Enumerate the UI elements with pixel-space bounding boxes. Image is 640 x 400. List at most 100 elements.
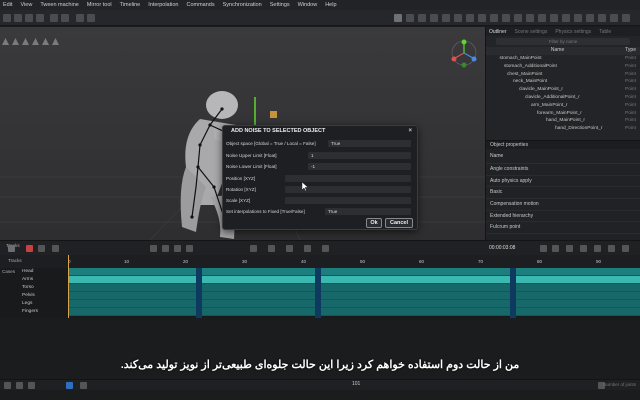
scale-field[interactable] <box>285 197 411 204</box>
paste-key-icon[interactable] <box>304 245 311 252</box>
key-range-band[interactable] <box>315 268 321 318</box>
outliner-row[interactable]: hand_MainPoint_r Point <box>486 117 640 125</box>
joint-tool-icon[interactable] <box>22 38 29 45</box>
lane-pelvis[interactable] <box>68 292 640 300</box>
position-field[interactable] <box>285 175 411 182</box>
copy-key-icon[interactable] <box>286 245 293 252</box>
interpolation-field[interactable]: True <box>325 208 411 215</box>
outliner-row[interactable]: clavicle_AdditionalPoint_r Point <box>486 94 640 102</box>
sound-icon[interactable] <box>622 245 629 252</box>
track-fingers[interactable]: Fingers <box>0 308 68 316</box>
settings-gear-icon[interactable] <box>622 14 630 22</box>
path-icon[interactable] <box>586 14 594 22</box>
redo-icon[interactable] <box>538 14 546 22</box>
menu-timeline[interactable]: Timeline <box>120 2 141 8</box>
track-torso[interactable]: Torso <box>0 284 68 292</box>
view-tool-icon[interactable] <box>2 38 9 45</box>
layout-icon[interactable] <box>550 14 558 22</box>
ok-button[interactable]: Ok <box>366 218 382 228</box>
close-icon[interactable]: × <box>408 126 412 137</box>
noise-lower-field[interactable]: -1 <box>308 163 411 170</box>
chain-icon[interactable] <box>574 14 582 22</box>
outliner-row[interactable]: hand_DirectionPoint_r Point <box>486 125 640 133</box>
export-icon[interactable] <box>610 14 618 22</box>
lane-head[interactable] <box>68 268 640 276</box>
wireframe-icon[interactable] <box>442 14 450 22</box>
reset-tool-icon[interactable] <box>52 38 59 45</box>
target-icon[interactable] <box>598 14 606 22</box>
prev-key-icon[interactable] <box>552 245 559 252</box>
physics-icon[interactable] <box>466 14 474 22</box>
menu-interpolation[interactable]: Interpolation <box>148 2 178 8</box>
pose-tool-icon[interactable] <box>12 38 19 45</box>
next-key-icon[interactable] <box>580 245 587 252</box>
select-tool-icon[interactable] <box>3 14 11 22</box>
record-icon[interactable] <box>26 245 33 252</box>
interp-step-icon[interactable] <box>150 245 157 252</box>
outliner-row[interactable]: neck_MainPoint Point <box>486 78 640 86</box>
tab-scene-settings[interactable]: Scene settings <box>515 29 548 35</box>
collision-icon[interactable] <box>478 14 486 22</box>
shading-icon[interactable] <box>430 14 438 22</box>
interp-bezier-icon[interactable] <box>174 245 181 252</box>
go-start-icon[interactable] <box>540 245 547 252</box>
render-icon[interactable] <box>418 14 426 22</box>
fk-key-icon[interactable] <box>250 245 257 252</box>
column-name[interactable]: Name <box>490 47 625 55</box>
ik-key-icon[interactable] <box>268 245 275 252</box>
outliner-row[interactable]: forearm_MainPoint_r Point <box>486 110 640 118</box>
lock-tool-icon[interactable] <box>42 38 49 45</box>
lane-legs[interactable] <box>68 300 640 308</box>
tab-table[interactable]: Table <box>599 29 611 35</box>
outliner-row[interactable]: stomach_AdditionalPoint Point <box>486 63 640 71</box>
rotate-tool-icon[interactable] <box>25 14 33 22</box>
menu-settings[interactable]: Settings <box>270 2 290 8</box>
lane-arms[interactable] <box>68 276 640 284</box>
outliner-row[interactable]: clavicle_MainPoint_r Point <box>486 86 640 94</box>
hand-icon[interactable] <box>562 14 570 22</box>
key-range-band[interactable] <box>510 268 516 318</box>
grid-toggle-icon[interactable] <box>454 14 462 22</box>
column-type[interactable]: Type <box>625 47 636 55</box>
lane-fingers[interactable] <box>68 308 640 316</box>
lock-icon[interactable] <box>28 382 35 389</box>
menu-tween-machine[interactable]: Tween machine <box>40 2 79 8</box>
outliner-row[interactable]: stomach_MainPoint Point <box>486 55 640 63</box>
pin-tool-icon[interactable] <box>76 14 84 22</box>
outliner-row[interactable]: arm_MainPoint_r Point <box>486 102 640 110</box>
autokey-icon[interactable] <box>38 245 45 252</box>
camera-icon[interactable] <box>394 14 402 22</box>
fk-tool-icon[interactable] <box>61 14 69 22</box>
scale-tool-icon[interactable] <box>36 14 44 22</box>
menu-window[interactable]: Window <box>298 2 318 8</box>
eye-icon[interactable] <box>16 382 23 389</box>
track-pelvis[interactable]: Pelvis <box>0 292 68 300</box>
track-arms[interactable]: Arms <box>0 276 68 284</box>
outliner-search-input[interactable]: Filter by name <box>496 38 630 45</box>
layers-icon[interactable] <box>4 382 11 389</box>
menu-commands[interactable]: Commands <box>186 2 214 8</box>
property-fulcrum-point[interactable]: Fulcrum point <box>486 222 640 235</box>
property-angle-constraints[interactable]: Angle constraints <box>486 164 640 176</box>
bones-icon[interactable] <box>502 14 510 22</box>
delete-key-icon[interactable] <box>322 245 329 252</box>
magnet-tool-icon[interactable] <box>87 14 95 22</box>
noise-upper-field[interactable]: 1 <box>308 152 411 159</box>
object-space-field[interactable]: True <box>328 140 411 147</box>
move-tool-icon[interactable] <box>14 14 22 22</box>
zoom-icon[interactable] <box>80 382 87 389</box>
key-range-band[interactable] <box>196 268 202 318</box>
tab-physics-settings[interactable]: Physics settings <box>555 29 591 35</box>
mirror-tool-icon[interactable] <box>32 38 39 45</box>
track-legs[interactable]: Legs <box>0 300 68 308</box>
property-extended-hierarchy[interactable]: Extended hierarchy <box>486 211 640 223</box>
playhead[interactable] <box>68 255 69 318</box>
go-end-icon[interactable] <box>594 245 601 252</box>
figure-icon[interactable] <box>490 14 498 22</box>
menu-view[interactable]: View <box>20 2 32 8</box>
symmetry-icon[interactable] <box>514 14 522 22</box>
property-compensation-motion[interactable]: Compensation motion <box>486 199 640 211</box>
interp-linear-icon[interactable] <box>162 245 169 252</box>
cancel-button[interactable]: Cancel <box>385 218 413 228</box>
property-auto-physics-apply[interactable]: Auto physics apply <box>486 176 640 188</box>
